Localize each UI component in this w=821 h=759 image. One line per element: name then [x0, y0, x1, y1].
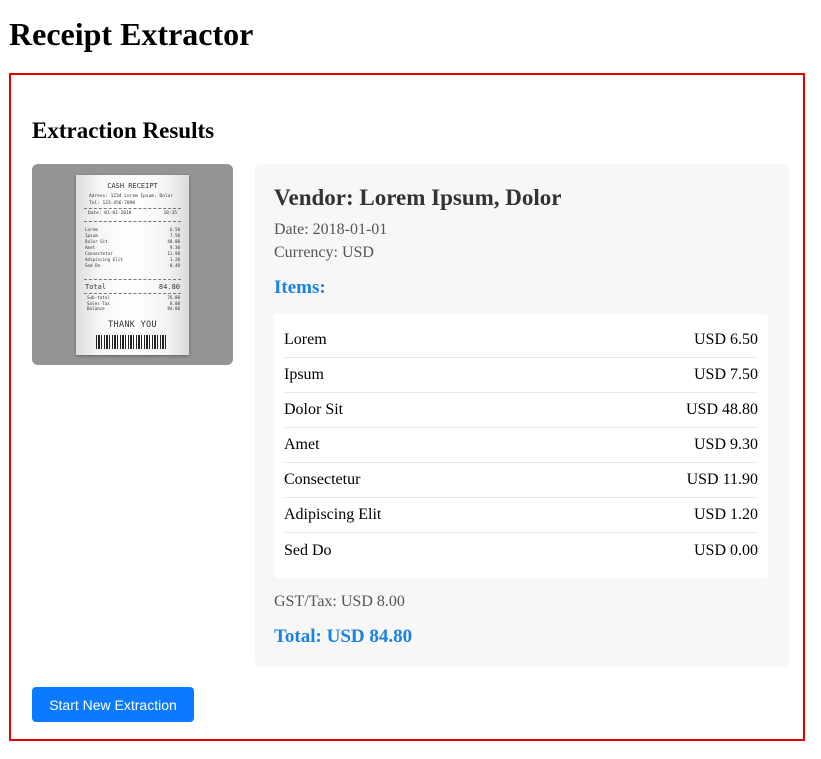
- receipt-details-card: Vendor: Lorem Ipsum, Dolor Date: 2018-01…: [255, 164, 789, 667]
- item-price: USD 7.50: [693, 366, 758, 383]
- receipt-total-row: Total 84.80: [85, 283, 180, 291]
- receipt-line: Sed Do 0.40: [85, 263, 180, 269]
- list-item: Adipiscing Elit USD 1.20: [284, 498, 758, 533]
- list-item: Dolor Sit USD 48.80: [284, 393, 758, 428]
- item-name: Adipiscing Elit: [284, 506, 382, 523]
- total-amount: Total: USD 84.80: [274, 626, 413, 647]
- item-price: USD 6.50: [693, 331, 758, 348]
- barcode-icon: [96, 335, 168, 349]
- receipt-date-value: Date: 2018-01-01: [274, 221, 388, 238]
- receipt-date: Date: 01-01-2018: [88, 211, 132, 216]
- receipt-time: 10:35: [163, 211, 177, 216]
- items-list: Lorem USD 6.50 Ipsum USD 7.50 Dolor Sit USD…: [274, 314, 768, 578]
- extraction-results-panel: Extraction Results CASH RECEIPT Adress: …: [9, 73, 805, 741]
- receipt-total-label: Total: [85, 283, 107, 291]
- start-new-extraction-button[interactable]: Start New Extraction: [32, 687, 194, 722]
- app-title: Receipt Extractor: [9, 16, 254, 52]
- receipt-title: CASH RECEIPT: [107, 182, 158, 190]
- item-price: USD 11.90: [686, 471, 758, 488]
- section-title: Extraction Results: [32, 118, 215, 143]
- tax-amount: GST/Tax: USD 8.00: [274, 593, 405, 610]
- item-name: Sed Do: [284, 541, 332, 559]
- list-item: Ipsum USD 7.50: [284, 358, 758, 393]
- receipt-summary-name: Balance: [87, 306, 105, 311]
- vendor-name: Vendor: Lorem Ipsum, Dolor: [274, 185, 562, 210]
- list-item: Consectetur USD 11.90: [284, 463, 758, 498]
- list-item: Sed Do USD 0.00: [284, 533, 758, 568]
- receipt-line-name: Sed Do: [85, 263, 101, 268]
- receipt-line-amount: 0.40: [169, 263, 180, 268]
- item-name: Lorem: [284, 331, 327, 348]
- receipt-paper: CASH RECEIPT Adress: 1234 Lorem Ipsum, D…: [76, 175, 189, 355]
- receipt-address: Adress: 1234 Lorem Ipsum, Dolor Tel: 123…: [89, 194, 173, 206]
- list-item: Lorem USD 6.50: [284, 323, 758, 358]
- receipt-divider: [84, 279, 181, 280]
- item-name: Consectetur: [284, 471, 361, 488]
- receipt-summary-line: Balance 84.80: [87, 306, 180, 312]
- receipt-divider: [84, 221, 181, 222]
- receipt-divider: [84, 208, 181, 209]
- receipt-summary: Sub-total 76.80 Sales Tax 8.00 Balance 84.8…: [87, 295, 180, 312]
- receipt-date-row: Date: 01-01-2018 10:35: [88, 211, 177, 216]
- receipt-divider: [84, 293, 181, 294]
- receipt-thanks: THANK YOU: [108, 320, 157, 330]
- list-item: Amet USD 9.30: [284, 428, 758, 463]
- item-name: Ipsum: [284, 366, 324, 383]
- receipt-total-value: 84.80: [158, 283, 180, 291]
- receipt-currency: Currency: USD: [274, 244, 374, 261]
- receipt-lines: Lorem 6.50 Ipsum 7.50 Dolor Sit 48.00 Amet 9…: [85, 227, 180, 269]
- item-price: USD 0.00: [693, 541, 758, 559]
- item-name: Amet: [284, 436, 320, 453]
- receipt-summary-amount: 84.80: [167, 306, 180, 311]
- item-price: USD 9.30: [693, 436, 758, 453]
- item-name: Dolor Sit: [284, 401, 344, 418]
- item-price: USD 48.80: [685, 401, 758, 418]
- item-price: USD 1.20: [693, 506, 758, 523]
- receipt-image: CASH RECEIPT Adress: 1234 Lorem Ipsum, D…: [32, 164, 233, 365]
- items-heading: Items:: [274, 277, 326, 298]
